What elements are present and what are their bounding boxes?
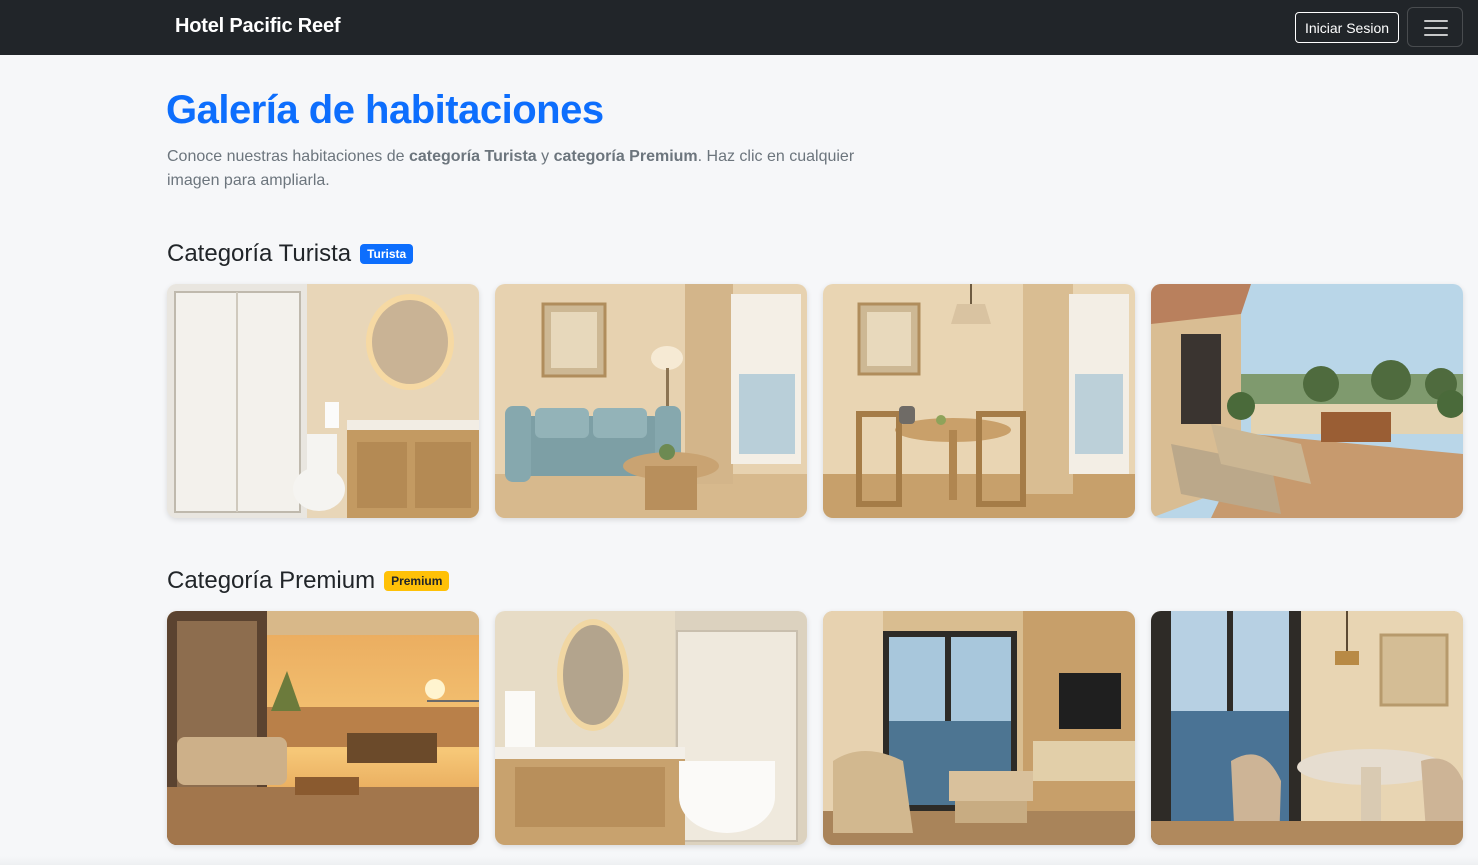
- turista-badge: Turista: [360, 244, 414, 264]
- premium-gallery: [167, 611, 1463, 845]
- turista-heading: Categoría Turista Turista: [167, 240, 414, 268]
- intro-text: Conoce nuestras habitaciones de categorí…: [167, 148, 855, 189]
- gallery-image-sunset-balcony[interactable]: [167, 611, 479, 845]
- premium-badge: Premium: [384, 571, 450, 591]
- premium-heading: Categoría Premium Premium: [167, 567, 450, 595]
- premium-title: Categoría Premium: [167, 567, 376, 594]
- bottom-edge: [0, 856, 1478, 865]
- gallery-image-ocean-view-dining[interactable]: [1151, 611, 1463, 845]
- gallery-image-terrace[interactable]: [1151, 284, 1463, 518]
- login-button[interactable]: Iniciar Sesion: [1295, 12, 1399, 43]
- brand-link[interactable]: Hotel Pacific Reef: [175, 15, 341, 38]
- hamburger-menu-icon: [1424, 19, 1448, 37]
- navbar: Hotel Pacific Reef Iniciar Sesion: [0, 0, 1478, 55]
- gallery-image-luxury-bathroom[interactable]: [495, 611, 807, 845]
- page-title: Galería de habitaciones: [166, 88, 604, 132]
- gallery-image-living-room[interactable]: [495, 284, 807, 518]
- turista-title: Categoría Turista: [167, 240, 352, 267]
- gallery-image-dining-nook[interactable]: [823, 284, 1135, 518]
- turista-gallery: [167, 284, 1463, 518]
- navbar-toggler-button[interactable]: [1407, 7, 1463, 47]
- gallery-image-ocean-view-lounge[interactable]: [823, 611, 1135, 845]
- gallery-image-bathroom[interactable]: [167, 284, 479, 518]
